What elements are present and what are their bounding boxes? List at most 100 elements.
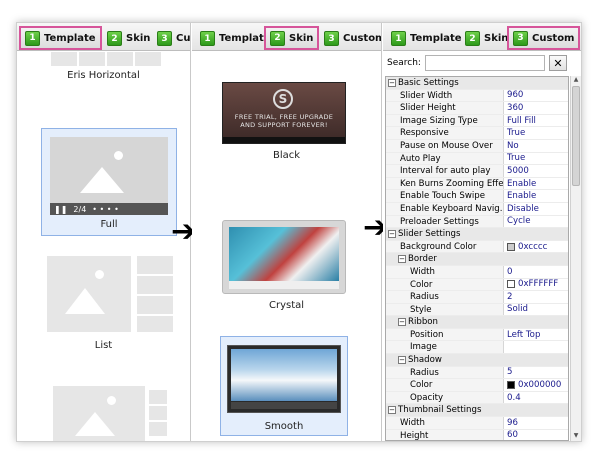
property-category[interactable]: − Ribbon	[386, 316, 568, 329]
collapse-toggle-icon[interactable]: −	[388, 405, 396, 414]
tab-skin[interactable]: 2 Skin	[103, 29, 154, 48]
property-category[interactable]: − Slider Settings	[386, 228, 568, 241]
property-value[interactable]: Cycle	[504, 216, 568, 228]
property-row[interactable]: Height 60	[386, 429, 568, 441]
property-row[interactable]: Enable Keyboard Navig... Disable	[386, 202, 568, 216]
value-text: 960	[507, 90, 524, 101]
property-row[interactable]: Ken Burns Zooming Effect Enable	[386, 177, 568, 191]
template-thumb-image	[135, 52, 161, 66]
value-text: 60	[507, 430, 518, 441]
tab-template[interactable]: 1 Template	[196, 29, 275, 48]
skin-item-smooth[interactable]: Smooth	[220, 336, 348, 436]
tab-label: Template	[410, 33, 462, 44]
tab-label: Template	[44, 32, 96, 44]
property-value[interactable]: 2	[504, 291, 568, 303]
property-row[interactable]: Color 0x000000	[386, 379, 568, 392]
property-row[interactable]: Enable Touch Swipe Enable	[386, 190, 568, 203]
property-grid-scrollbar[interactable]: ▲ ▼	[570, 76, 581, 441]
tab-template[interactable]: 1 Template	[387, 29, 466, 48]
property-value[interactable]: Left Top	[504, 329, 568, 341]
tab-skin[interactable]: 2 Skin	[264, 26, 320, 50]
tab-template[interactable]: 1 Template	[19, 26, 102, 50]
collapse-toggle-icon[interactable]: −	[398, 317, 406, 326]
property-grid[interactable]: − Basic Settings Slider Width 960 Slider Hei…	[385, 76, 569, 441]
property-row[interactable]: Width 0	[386, 265, 568, 279]
property-name: Slider Height	[386, 102, 504, 114]
property-row[interactable]: Style Solid	[386, 303, 568, 317]
property-value[interactable]: 0x000000	[504, 379, 568, 391]
property-category[interactable]: − Thumbnail Settings	[386, 404, 568, 418]
property-name: Width	[386, 265, 504, 278]
search-input[interactable]	[424, 55, 545, 71]
property-row[interactable]: Responsive True	[386, 127, 568, 140]
tab-custom[interactable]: 3 Custom	[507, 26, 581, 50]
property-value[interactable]: Enable	[504, 178, 568, 190]
property-value[interactable]: 0	[504, 266, 568, 278]
property-value[interactable]: 0xcccc	[504, 241, 568, 253]
scroll-down-icon[interactable]: ▼	[571, 432, 581, 441]
tab-custom[interactable]: 3 Cu	[153, 29, 190, 48]
template-thumb-image	[107, 52, 133, 66]
scroll-up-icon[interactable]: ▲	[571, 76, 581, 85]
property-category[interactable]: − Basic Settings	[386, 77, 568, 90]
property-value[interactable]: 0.4	[504, 392, 568, 404]
tab-label: Custom	[532, 32, 575, 44]
collapse-toggle-icon[interactable]: −	[388, 229, 396, 238]
collapse-toggle-icon[interactable]: −	[388, 78, 396, 87]
property-name: Radius	[386, 291, 504, 303]
property-row[interactable]: Opacity 0.4	[386, 391, 568, 405]
property-name: Preloader Settings	[386, 215, 504, 228]
template-item-full[interactable]: ❚❚ 2/4 • • • • Full	[41, 128, 177, 236]
property-value[interactable]: No	[504, 140, 568, 152]
value-text: Left Top	[507, 329, 541, 340]
property-row[interactable]: Slider Width 960	[386, 89, 568, 103]
property-row[interactable]: Radius 2	[386, 291, 568, 304]
property-row[interactable]: Pause on Mouse Over No	[386, 139, 568, 153]
property-value[interactable]: 0xFFFFFF	[504, 279, 568, 291]
template-thumb-image	[53, 386, 145, 441]
collapse-toggle-icon[interactable]: −	[398, 355, 406, 364]
property-row[interactable]: Image	[386, 341, 568, 355]
property-row[interactable]: Position Left Top	[386, 328, 568, 342]
property-value[interactable]: Solid	[504, 304, 568, 316]
property-value[interactable]: 5	[504, 367, 568, 379]
property-row[interactable]: Slider Height 360	[386, 102, 568, 115]
pause-icon: ❚❚	[54, 204, 68, 214]
property-value[interactable]: Enable	[504, 190, 568, 202]
clear-search-button[interactable]: ✕	[548, 55, 567, 71]
scrollbar-thumb[interactable]	[572, 86, 580, 186]
tab-custom[interactable]: 3 Custom	[320, 29, 381, 48]
property-value[interactable]: True	[504, 127, 568, 139]
property-value[interactable]: 96	[504, 417, 568, 429]
property-value[interactable]: 5000	[504, 165, 568, 177]
skin-preview-black: S FREE TRIAL, FREE UPGRADE AND SUPPORT F…	[222, 82, 346, 144]
property-name: Position	[386, 328, 504, 341]
row-label: Preloader Settings	[400, 216, 479, 227]
property-value[interactable]: Full Fill	[504, 115, 568, 127]
property-name: Image Sizing Type	[386, 114, 504, 127]
property-row[interactable]: Color 0xFFFFFF	[386, 278, 568, 292]
template-list[interactable]: Eris Horizontal ❚❚ 2/4 • • • • Full List	[17, 52, 190, 441]
tab-skin[interactable]: 2 Skin	[461, 29, 512, 48]
property-value[interactable]	[504, 341, 568, 353]
property-row[interactable]: Radius 5	[386, 366, 568, 380]
property-value[interactable]: 60	[504, 430, 568, 441]
value-text: 5000	[507, 165, 529, 176]
property-row[interactable]: Background Color 0xcccc	[386, 240, 568, 254]
property-row[interactable]: Preloader Settings Cycle	[386, 215, 568, 229]
property-category[interactable]: − Border	[386, 253, 568, 266]
property-row[interactable]: Auto Play True	[386, 152, 568, 166]
template-thumb-image	[137, 296, 173, 314]
collapse-toggle-icon[interactable]: −	[398, 254, 406, 263]
property-row[interactable]: Interval for auto play 5000	[386, 165, 568, 178]
property-row[interactable]: Image Sizing Type Full Fill	[386, 114, 568, 128]
property-value[interactable]: Disable	[504, 203, 568, 215]
property-value[interactable]: 960	[504, 90, 568, 102]
category-label: − Shadow	[386, 354, 568, 366]
property-value[interactable]: 360	[504, 102, 568, 114]
skin-list[interactable]: S FREE TRIAL, FREE UPGRADE AND SUPPORT F…	[192, 52, 381, 441]
image-placeholder-icon	[75, 412, 115, 436]
property-category[interactable]: − Shadow	[386, 354, 568, 367]
property-value[interactable]: True	[504, 153, 568, 165]
property-row[interactable]: Width 96	[386, 417, 568, 430]
